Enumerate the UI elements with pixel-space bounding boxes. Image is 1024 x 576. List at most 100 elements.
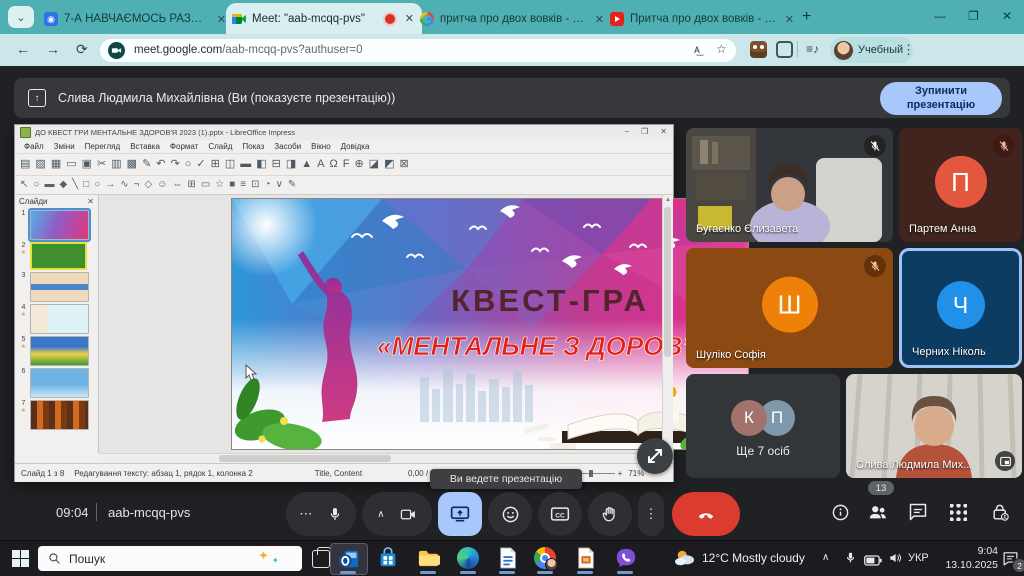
more-options-button[interactable]: ⋮ xyxy=(638,492,664,536)
slide-layout-icon[interactable]: ▬ xyxy=(240,159,251,170)
bookmark-star-icon[interactable]: ☆ xyxy=(716,42,727,56)
taskbar-store[interactable] xyxy=(370,543,406,573)
participant-tile-partem[interactable]: П Партем Анна xyxy=(899,128,1022,242)
camera-options-icon[interactable]: ∧ xyxy=(377,509,384,520)
slide-thumb-image[interactable] xyxy=(30,272,89,302)
zoom-handle[interactable] xyxy=(589,470,593,477)
translate-icon[interactable]: ᴀ̲ xyxy=(694,42,700,56)
more-participants-tile[interactable]: К П Ще 7 осіб xyxy=(686,374,840,478)
taskbar-explorer[interactable] xyxy=(410,543,446,573)
impress-titlebar[interactable]: ДО КВЕСТ ГРИ МЕНТАЛЬНЕ ЗДОРОВ'Я 2023 (1)… xyxy=(15,125,673,140)
close-window-icon[interactable]: ✕ xyxy=(1002,9,1012,23)
start-button[interactable] xyxy=(12,550,29,567)
new-icon[interactable]: ▤ xyxy=(20,159,30,170)
menu-item-7[interactable]: Засоби xyxy=(270,142,305,151)
tab-meet[interactable]: Meet: "aab-mcqq-pvs" ✕ xyxy=(226,3,422,34)
stop-presenting-button[interactable]: Зупинити презентацію xyxy=(880,82,1002,115)
curve-icon[interactable]: ∿ xyxy=(120,180,128,190)
slide-thumb-image[interactable] xyxy=(30,242,87,270)
menu-item-8[interactable]: Вікно xyxy=(307,142,334,151)
browser-menu-icon[interactable]: ⋮ xyxy=(902,42,915,58)
end-call-button[interactable] xyxy=(672,492,740,536)
rectangle-icon[interactable]: □ xyxy=(83,180,89,190)
arrow-icon[interactable]: → xyxy=(105,180,115,190)
language-indicator[interactable]: УКР xyxy=(908,552,929,564)
menu-item-0[interactable]: Файл xyxy=(20,142,48,151)
object-3d-icon[interactable]: ■ xyxy=(229,180,235,190)
zoom-in-icon[interactable]: + xyxy=(618,469,623,478)
menu-item-6[interactable]: Показ xyxy=(238,142,268,151)
tray-chevron-icon[interactable]: ∧ xyxy=(822,552,829,563)
slide-thumbnail-2[interactable]: 2★ xyxy=(19,242,96,270)
new-tab-button[interactable]: + xyxy=(802,8,811,26)
menu-item-3[interactable]: Вставка xyxy=(126,142,164,151)
special-character-icon[interactable]: Ω xyxy=(329,159,337,170)
minimize-window-icon[interactable]: — xyxy=(934,9,946,23)
zoom-icon[interactable]: ○ xyxy=(33,180,39,190)
menu-item-4[interactable]: Формат xyxy=(166,142,202,151)
cut-icon[interactable]: ✂ xyxy=(97,159,106,170)
raise-hand-button[interactable] xyxy=(588,492,632,536)
scrollbar-thumb[interactable] xyxy=(219,455,391,462)
fill-color-icon[interactable]: ◆ xyxy=(59,180,67,190)
fontwork-icon[interactable]: F xyxy=(343,159,350,170)
paste-icon[interactable]: ▩ xyxy=(127,159,137,170)
slide-thumbnail-3[interactable]: 3 xyxy=(19,272,96,302)
scroll-up-icon[interactable]: ▲ xyxy=(665,197,671,203)
mic-control[interactable]: ⋯ xyxy=(286,492,356,536)
menu-item-9[interactable]: Довідка xyxy=(337,142,374,151)
taskbar-viber[interactable] xyxy=(608,543,644,573)
slide-thumbnail-4[interactable]: 4★ xyxy=(19,304,96,334)
scrollbar-thumb[interactable] xyxy=(664,207,671,357)
mic-options-icon[interactable]: ⋯ xyxy=(299,506,313,522)
tray-clock[interactable]: 9:04 13.10.2025 xyxy=(938,545,998,572)
taskbar-edge[interactable] xyxy=(450,543,486,573)
close-icon[interactable]: ✕ xyxy=(660,127,667,136)
master-slide-icon[interactable]: ◧ xyxy=(256,159,266,170)
chat-button[interactable] xyxy=(906,500,930,524)
weather-text[interactable]: 12°C Mostly cloudy xyxy=(702,551,805,565)
slide-thumbnail-1[interactable]: 1 xyxy=(19,210,96,240)
menu-item-1[interactable]: Зміни xyxy=(50,142,79,151)
slide-thumb-image[interactable] xyxy=(30,368,89,398)
taskbar-chrome[interactable] xyxy=(527,543,563,573)
maximize-window-icon[interactable]: ❐ xyxy=(968,9,979,23)
extension-icon[interactable] xyxy=(750,41,767,58)
mic-icon[interactable] xyxy=(327,506,343,522)
vertical-scrollbar[interactable]: ▲ ▼ xyxy=(662,195,673,453)
insert-image-icon[interactable]: ◨ xyxy=(286,159,296,170)
slide-thumb-image[interactable] xyxy=(30,304,89,334)
open-icon[interactable]: ▧ xyxy=(35,159,45,170)
undo-icon[interactable]: ↶ xyxy=(156,159,165,170)
display-view-icon[interactable]: ◫ xyxy=(225,159,235,170)
connector-icon[interactable]: ¬ xyxy=(134,180,140,190)
print-icon[interactable]: ▣ xyxy=(82,159,92,170)
insert-textbox-icon[interactable]: A xyxy=(317,159,324,170)
hyperlink-icon[interactable]: ⊕ xyxy=(354,159,363,170)
export-pdf-icon[interactable]: ▭ xyxy=(66,159,76,170)
flowchart-icon[interactable]: ⊞ xyxy=(187,180,195,190)
rotate-icon[interactable]: ◔ xyxy=(265,180,271,190)
people-button[interactable] xyxy=(866,500,890,524)
forward-icon[interactable]: → xyxy=(46,41,60,57)
camera-control[interactable]: ∧ xyxy=(362,492,432,536)
insert-table-icon[interactable]: ⊟ xyxy=(272,159,281,170)
taskbar-impress-doc[interactable] xyxy=(568,543,604,573)
participant-tile-bugaenko[interactable]: Бугаєнко Єлизавета xyxy=(686,128,893,242)
media-controls-icon[interactable]: ≡♪ xyxy=(806,42,819,56)
tray-volume-icon[interactable] xyxy=(888,551,902,570)
url-text[interactable]: meet.google.com/aab-mcqq-pvs?authuser=0 xyxy=(134,44,363,56)
taskbar-writer-doc[interactable] xyxy=(490,543,526,573)
block-arrows-icon[interactable]: ⇔ xyxy=(172,180,182,190)
spelling-icon[interactable]: ✓ xyxy=(196,159,205,170)
back-icon[interactable]: ← xyxy=(16,41,30,57)
fullscreen-button[interactable] xyxy=(637,438,673,474)
callout-icon[interactable]: ▭ xyxy=(201,180,210,190)
redo-icon[interactable]: ↷ xyxy=(171,159,180,170)
minimize-icon[interactable]: – xyxy=(625,127,629,136)
glue-points-icon[interactable]: ✎ xyxy=(288,180,296,190)
reload-icon[interactable]: ⟳ xyxy=(76,41,88,58)
close-tab-icon[interactable]: ✕ xyxy=(783,13,796,26)
task-view-icon[interactable] xyxy=(312,550,330,568)
basic-shapes-icon[interactable]: ◇ xyxy=(145,180,153,190)
